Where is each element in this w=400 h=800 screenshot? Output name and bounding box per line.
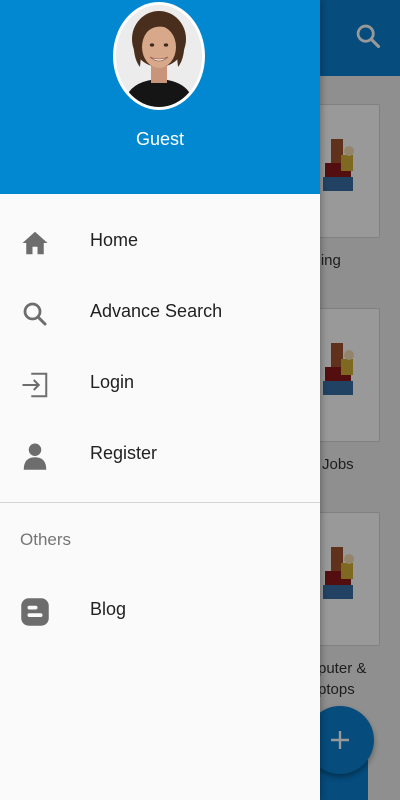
blogger-icon [21, 598, 49, 626]
menu-item-label: Blog [90, 599, 127, 619]
home-icon [22, 231, 48, 255]
menu-item-label: Login [90, 372, 135, 392]
navigation-drawer: Guest Home Advance Search Login Register [0, 0, 320, 800]
menu-item-label: Register [90, 443, 158, 463]
user-name: Guest [135, 129, 185, 149]
login-icon [22, 372, 48, 398]
menu-item-register[interactable]: Register [0, 425, 320, 485]
menu-item-blog[interactable]: Blog [0, 581, 320, 641]
menu-item-label: Home [90, 230, 139, 250]
menu-item-advance-search[interactable]: Advance Search [0, 283, 320, 343]
divider [0, 502, 320, 503]
avatar[interactable] [113, 2, 205, 110]
search-icon [23, 302, 47, 326]
avatar-image [116, 5, 202, 107]
person-icon [23, 443, 47, 470]
section-title-others: Others [20, 530, 72, 549]
menu-item-label: Advance Search [90, 301, 223, 321]
menu-item-home[interactable]: Home [0, 212, 320, 272]
drawer-header: Guest [0, 0, 320, 194]
menu-item-login[interactable]: Login [0, 354, 320, 414]
